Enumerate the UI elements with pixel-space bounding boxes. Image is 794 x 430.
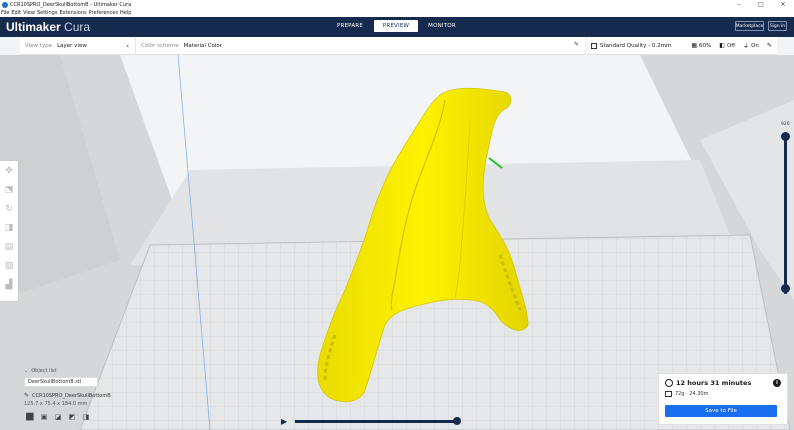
tab-prepare[interactable]: PREPARE: [328, 20, 372, 32]
logo-light: Cura: [64, 20, 91, 34]
view-type-value[interactable]: Layer view: [57, 43, 87, 49]
info-icon[interactable]: i: [773, 379, 781, 387]
menu-help[interactable]: Help: [120, 10, 131, 16]
play-icon[interactable]: ▶: [281, 417, 287, 426]
close-button[interactable]: ✕: [772, 0, 794, 9]
save-to-file-button[interactable]: Save to File: [665, 405, 777, 417]
left-toolbar: ✥ ⬔ ↻ ◨ ▤ ▧ ▟: [0, 161, 18, 301]
pencil-icon[interactable]: ✎: [24, 392, 29, 399]
menu-settings[interactable]: Settings: [37, 10, 58, 16]
stage-tabs: PREPARE PREVIEW MONITOR: [328, 20, 466, 32]
left-view-icon[interactable]: ◩: [66, 413, 78, 421]
ultimaker-cura-logo: Ultimaker Cura: [6, 20, 90, 34]
top-view-icon[interactable]: ◪: [52, 413, 64, 421]
logo-bold: Ultimaker: [6, 20, 61, 34]
material-usage: 72g · 24.30m: [675, 391, 709, 397]
layer-track[interactable]: [784, 132, 787, 294]
support-setting[interactable]: ◧ Off: [719, 42, 735, 49]
pencil-icon: ✎: [766, 42, 772, 49]
object-file-name: CCR10SPRO_DeerSkullBottomB: [32, 392, 111, 399]
object-file-row: ✎ CCR10SPRO_DeerSkullBottomB: [24, 392, 144, 399]
mirror-tool-icon[interactable]: ◨: [0, 218, 18, 237]
move-tool-icon[interactable]: ✥: [0, 161, 18, 180]
infill-setting[interactable]: ▦ 60%: [691, 42, 711, 49]
object-list-item[interactable]: DeerSkullBottomB.stl: [24, 377, 98, 387]
print-settings-panel[interactable]: Standard Quality - 0.2mm ▦ 60% ◧ Off ⏚ O…: [587, 37, 777, 55]
sign-in-button[interactable]: Sign in: [768, 21, 787, 31]
menu-file[interactable]: File: [1, 10, 9, 16]
object-actions: ⬛ ▣ ◪ ◩ ◨: [24, 413, 144, 421]
rotate-tool-icon[interactable]: ↻: [0, 199, 18, 218]
chevron-left-icon[interactable]: ‹: [126, 42, 129, 50]
material-row: 72g · 24.30m: [665, 391, 781, 397]
right-view-icon[interactable]: ◨: [80, 413, 92, 421]
chevron-down-icon: ⌄: [24, 368, 29, 374]
edit-settings-button[interactable]: ✎: [767, 42, 774, 49]
front-view-icon[interactable]: ▣: [38, 413, 50, 421]
spool-icon: [665, 391, 672, 397]
support-icon: ◧: [719, 42, 725, 49]
layer-path-handle[interactable]: [453, 417, 461, 425]
per-model-settings-icon[interactable]: ▤: [0, 237, 18, 256]
cube-icon[interactable]: ⬛: [24, 413, 36, 421]
app-header: Ultimaker Cura PREPARE PREVIEW MONITOR M…: [0, 17, 794, 37]
menu-extensions[interactable]: Extensions: [59, 10, 86, 16]
layflat-tool-icon[interactable]: ▟: [0, 275, 18, 294]
layer-bottom-handle[interactable]: [781, 284, 790, 293]
view-type-label: View type: [25, 42, 53, 49]
window-controls: – □ ✕: [728, 0, 794, 9]
color-scheme-panel[interactable]: Color scheme Material Color ✎: [135, 37, 585, 55]
menu-preferences[interactable]: Preferences: [89, 10, 118, 16]
maximize-button[interactable]: □: [750, 0, 772, 9]
tab-monitor[interactable]: MONITOR: [420, 20, 464, 32]
infill-value: 60%: [699, 42, 712, 49]
color-scheme-label: Color scheme: [141, 42, 179, 49]
adhesion-icon: ⏚: [743, 43, 750, 50]
print-time-row: 12 hours 31 minutes: [665, 379, 781, 387]
menu-view[interactable]: View: [23, 10, 35, 16]
layer-slider[interactable]: 920: [780, 122, 792, 296]
clock-icon: [665, 379, 673, 387]
pencil-icon[interactable]: ✎: [574, 41, 579, 48]
object-list-panel: ⌄ Object list DeerSkullBottomB.stl ✎ CCR…: [24, 368, 144, 421]
adhesion-value: On: [751, 42, 759, 49]
object-list-header[interactable]: ⌄ Object list: [24, 368, 144, 374]
object-list-title: Object list: [31, 368, 57, 374]
adhesion-setting[interactable]: ⏚ On: [743, 41, 759, 51]
layer-top-handle[interactable]: [781, 132, 790, 141]
layer-path-track[interactable]: [295, 420, 458, 423]
color-scheme-value[interactable]: Material Color: [184, 43, 222, 49]
print-settings-icon: [591, 42, 597, 49]
object-dimensions: 125.7 x 75.4 x 184.0 mm: [24, 401, 88, 407]
layer-number: 920: [781, 122, 790, 127]
menu-bar: File Edit View Settings Extensions Prefe…: [0, 9, 794, 17]
title-bar: CCR10SPRO_DeerSkullBottomB - Ultimaker C…: [0, 0, 794, 9]
marketplace-button[interactable]: Marketplace: [735, 21, 764, 31]
view-type-panel[interactable]: View type Layer view ‹: [20, 37, 135, 55]
quality-profile[interactable]: Standard Quality - 0.2mm: [600, 43, 671, 49]
support-value: Off: [726, 42, 736, 49]
tab-preview[interactable]: PREVIEW: [374, 20, 418, 32]
window-title: CCR10SPRO_DeerSkullBottomB - Ultimaker C…: [10, 1, 132, 8]
scale-tool-icon[interactable]: ⬔: [0, 180, 18, 199]
support-blocker-icon[interactable]: ▧: [0, 256, 18, 275]
cura-app-icon: [2, 1, 8, 8]
print-info-panel: 12 hours 31 minutes i 72g · 24.30m Save …: [658, 373, 788, 425]
menu-edit[interactable]: Edit: [11, 10, 21, 16]
print-time: 12 hours 31 minutes: [676, 379, 752, 387]
minimize-button[interactable]: –: [728, 0, 750, 9]
infill-icon: ▦: [691, 42, 698, 49]
